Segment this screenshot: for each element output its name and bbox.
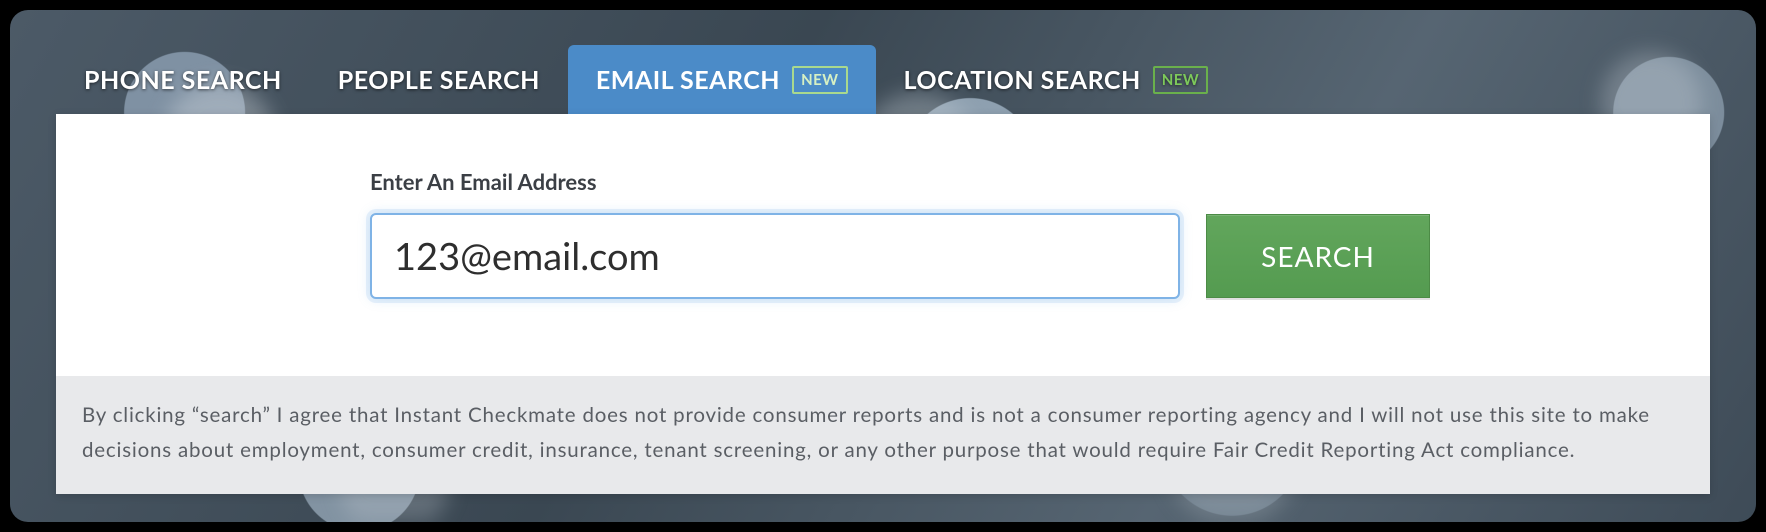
form-row: SEARCH	[370, 213, 1430, 299]
form-inner: Enter An Email Address SEARCH	[370, 168, 1430, 299]
tab-label: LOCATION SEARCH	[904, 65, 1141, 95]
tab-label: PHONE SEARCH	[84, 65, 282, 95]
search-button[interactable]: SEARCH	[1206, 214, 1430, 298]
tab-email-search[interactable]: EMAIL SEARCH NEW	[568, 45, 876, 115]
form-area: Enter An Email Address SEARCH	[56, 114, 1710, 376]
tab-people-search[interactable]: PEOPLE SEARCH	[310, 45, 568, 115]
new-badge: NEW	[1153, 66, 1208, 94]
email-field-label: Enter An Email Address	[370, 168, 1430, 195]
new-badge: NEW	[792, 66, 847, 94]
disclaimer-text: By clicking “search” I agree that Instan…	[56, 376, 1710, 494]
search-panel: Enter An Email Address SEARCH By clickin…	[56, 114, 1710, 494]
tab-location-search[interactable]: LOCATION SEARCH NEW	[876, 45, 1237, 115]
email-input[interactable]	[370, 213, 1180, 299]
app-frame: PHONE SEARCH PEOPLE SEARCH EMAIL SEARCH …	[10, 10, 1756, 522]
search-tabs: PHONE SEARCH PEOPLE SEARCH EMAIL SEARCH …	[56, 45, 1236, 115]
tab-label: EMAIL SEARCH	[596, 65, 780, 95]
tab-phone-search[interactable]: PHONE SEARCH	[56, 45, 310, 115]
tab-label: PEOPLE SEARCH	[338, 65, 540, 95]
